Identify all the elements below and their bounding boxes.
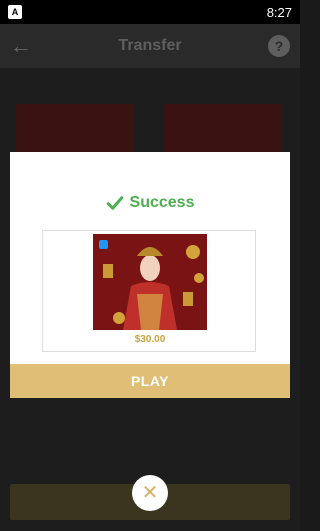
success-text: Success (129, 194, 195, 211)
success-header: Success (10, 194, 290, 212)
back-arrow-icon[interactable]: ← (10, 34, 34, 58)
status-bar: A 8:27 (0, 0, 300, 24)
game-artwork (93, 234, 207, 330)
page-title: Transfer (118, 37, 182, 54)
app-bar: ← Transfer ? (0, 24, 300, 68)
game-amount: $30.00 (134, 334, 166, 345)
game-image (93, 234, 207, 330)
close-icon: ✕ (141, 482, 159, 504)
status-time: 8:27 (266, 4, 292, 20)
help-icon[interactable]: ? (268, 35, 290, 57)
app-status-icon: A (8, 5, 22, 19)
close-button[interactable]: ✕ (132, 475, 168, 511)
play-button[interactable]: PLAY (10, 364, 290, 398)
success-modal: Success $30.00 PLAY (10, 152, 290, 398)
game-preview-box: $30.00 (42, 230, 256, 352)
check-icon (106, 196, 123, 210)
